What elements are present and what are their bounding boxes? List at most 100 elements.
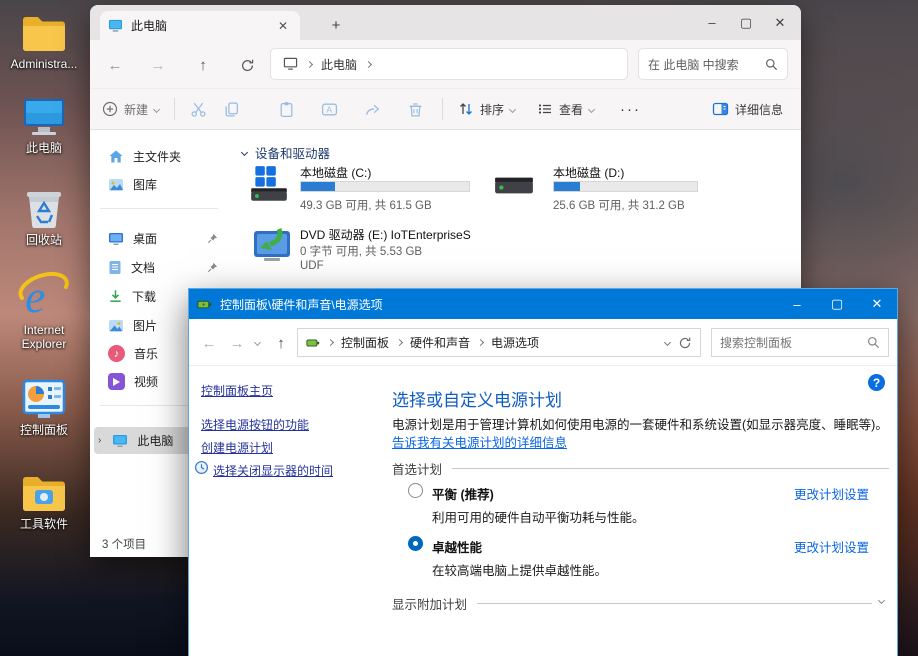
paste-button[interactable]	[278, 89, 295, 129]
back-button[interactable]: ←	[197, 331, 221, 355]
sidebar-link-power-buttons[interactable]: 选择电源按钮的功能	[201, 416, 309, 433]
music-icon: ♪	[108, 345, 125, 362]
computer-icon	[4, 90, 84, 138]
sidebar-item-documents[interactable]: 文档	[94, 254, 226, 281]
more-button[interactable]: ···	[620, 89, 641, 129]
desktop-icon-administrator[interactable]: Administra...	[4, 6, 84, 71]
plan-name-ultimate[interactable]: 卓越性能	[432, 537, 482, 556]
delete-button[interactable]	[407, 89, 424, 129]
sort-button[interactable]: 排序	[458, 89, 515, 129]
control-panel-title-bar[interactable]: 控制面板\硬件和声音\电源选项 – ▢ ✕	[189, 289, 897, 319]
pin-icon	[207, 262, 218, 273]
folder-icon	[4, 6, 84, 54]
maximize-button[interactable]: ▢	[817, 289, 857, 319]
help-icon[interactable]: ?	[868, 374, 885, 391]
close-button[interactable]: ✕	[857, 289, 897, 319]
address-dropdown-icon[interactable]	[664, 339, 671, 346]
breadcrumb-hardware-sound[interactable]: 硬件和声音	[410, 334, 470, 351]
sidebar-item-gallery[interactable]: 图库	[94, 171, 226, 198]
address-bar[interactable]: 此电脑	[270, 48, 628, 80]
tab-close-icon[interactable]: ✕	[274, 19, 292, 33]
drive-filesystem: UDF	[300, 260, 324, 272]
sidebar-item-home[interactable]: 主文件夹	[94, 143, 226, 170]
refresh-icon	[240, 58, 255, 73]
this-pc-icon	[112, 434, 128, 448]
sidebar-item-desktop[interactable]: 桌面	[94, 225, 226, 252]
address-bar[interactable]: 控制面板 硬件和声音 电源选项	[297, 328, 701, 357]
breadcrumb-separator-icon	[306, 60, 313, 67]
minimize-button[interactable]: –	[695, 5, 729, 40]
new-tab-button[interactable]: +	[324, 13, 348, 37]
sidebar-item-label: 文档	[131, 259, 155, 276]
sidebar-link-control-panel-home[interactable]: 控制面板主页	[201, 382, 273, 399]
minimize-button[interactable]: –	[777, 289, 817, 319]
maximize-button[interactable]: ▢	[729, 5, 763, 40]
desktop-icon-recycle-bin[interactable]: 回收站	[4, 182, 84, 247]
power-plan-info-link[interactable]: 告诉我有关电源计划的详细信息	[392, 436, 567, 450]
drive-usage-text: 25.6 GB 可用, 共 31.2 GB	[553, 197, 685, 213]
section-devices-and-drives[interactable]: 设备和驱动器	[242, 143, 330, 162]
refresh-icon[interactable]	[678, 336, 692, 350]
change-plan-settings-link[interactable]: 更改计划设置	[794, 484, 869, 503]
up-button[interactable]: ↑	[190, 52, 216, 78]
copy-button[interactable]	[223, 89, 240, 129]
clock-icon	[194, 460, 209, 475]
rename-button[interactable]: A	[321, 89, 338, 129]
monitor-icon	[108, 19, 123, 33]
window-title: 控制面板\硬件和声音\电源选项	[220, 296, 383, 313]
breadcrumb-control-panel[interactable]: 控制面板	[341, 334, 389, 351]
refresh-button[interactable]	[234, 52, 260, 78]
sidebar-item-label: 音乐	[134, 345, 158, 362]
drive-d-icon	[493, 171, 535, 201]
internet-explorer-icon: e	[4, 272, 84, 320]
view-button[interactable]: 查看	[537, 89, 594, 129]
sidebar-item-label: 视频	[134, 373, 158, 390]
plus-circle-icon	[102, 101, 118, 117]
page-title: 选择或自定义电源计划	[392, 386, 562, 411]
explorer-search-input[interactable]: 在 此电脑 中搜索	[638, 48, 788, 80]
up-button[interactable]: ↑	[269, 331, 293, 355]
drive-name: 本地磁盘 (D:)	[553, 164, 624, 181]
expand-additional-plans-icon[interactable]	[878, 597, 885, 604]
change-plan-settings-link[interactable]: 更改计划设置	[794, 537, 869, 556]
drive-usage-text: 49.3 GB 可用, 共 61.5 GB	[300, 197, 432, 213]
history-chevron-icon[interactable]	[254, 339, 261, 346]
control-panel-window: 控制面板\硬件和声音\电源选项 – ▢ ✕ ← → ↑ 控制面板 硬件和声音 电…	[188, 288, 898, 656]
desktop-icon-label: 控制面板	[4, 423, 84, 437]
search-placeholder: 在 此电脑 中搜索	[648, 56, 739, 73]
forward-button[interactable]: →	[225, 331, 249, 355]
description-text: 电源计划是用于管理计算机如何使用电源的一套硬件和系统设置(如显示器亮度、睡眠等)…	[392, 418, 888, 432]
desktop-icon-this-pc[interactable]: 此电脑	[4, 90, 84, 155]
desktop-icon-label: 工具软件	[4, 517, 84, 531]
show-additional-plans-section[interactable]: 显示附加计划	[392, 594, 872, 613]
document-icon	[108, 260, 122, 275]
page-description: 电源计划是用于管理计算机如何使用电源的一套硬件和系统设置(如显示器亮度、睡眠等)…	[392, 416, 892, 452]
cut-icon	[190, 101, 207, 118]
explorer-tab-this-pc[interactable]: 此电脑 ✕	[100, 11, 300, 40]
expand-chevron-icon[interactable]: ›	[98, 435, 101, 446]
desktop-icon-control-panel[interactable]: 控制面板	[4, 372, 84, 437]
search-placeholder: 搜索控制面板	[720, 334, 792, 351]
share-button[interactable]	[364, 89, 381, 129]
radio-balanced[interactable]	[408, 483, 423, 498]
breadcrumb-separator-icon	[327, 339, 334, 346]
desktop-icon-internet-explorer[interactable]: e Internet Explorer	[4, 272, 84, 351]
plan-name-balanced[interactable]: 平衡 (推荐)	[432, 484, 494, 503]
desktop-icon-label: Administra...	[4, 57, 84, 71]
details-pane-button[interactable]: 详细信息	[712, 89, 783, 129]
recycle-bin-icon	[4, 182, 84, 230]
sidebar-link-create-power-plan[interactable]: 创建电源计划	[201, 439, 273, 456]
sidebar-link-display-off-time[interactable]: 选择关闭显示器的时间	[213, 462, 333, 479]
desktop-icon-label: 回收站	[4, 233, 84, 247]
breadcrumb-power-options[interactable]: 电源选项	[491, 334, 539, 351]
desktop-icon-tools-folder[interactable]: 工具软件	[4, 466, 84, 531]
breadcrumb-this-pc[interactable]: 此电脑	[321, 56, 357, 73]
radio-ultimate-performance[interactable]	[408, 536, 423, 551]
close-button[interactable]: ✕	[763, 5, 797, 40]
cut-button[interactable]	[190, 89, 207, 129]
forward-button[interactable]: →	[145, 52, 171, 78]
desktop-folder-icon	[108, 232, 124, 246]
new-button[interactable]: 新建	[102, 89, 159, 129]
control-panel-search-input[interactable]: 搜索控制面板	[711, 328, 889, 357]
back-button[interactable]: ←	[102, 52, 128, 78]
